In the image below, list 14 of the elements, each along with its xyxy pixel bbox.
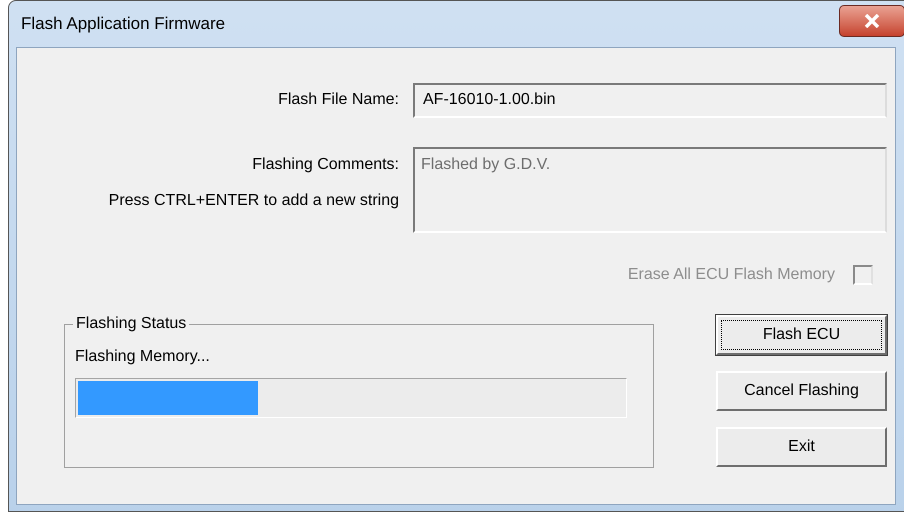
comments-field[interactable]: Flashed by G.D.V.: [413, 147, 887, 233]
close-button[interactable]: [839, 5, 904, 37]
file-name-field[interactable]: AF-16010-1.00.bin: [413, 82, 887, 118]
dialog-button[interactable]: Flash ECU: [716, 315, 887, 355]
window-title: Flash Application Firmware: [21, 13, 226, 36]
close-icon: [864, 14, 880, 28]
erase-checkbox-label: Erase All ECU Flash Memory: [628, 265, 835, 285]
dialog-button[interactable]: Cancel Flashing: [716, 371, 887, 411]
comments-hint: Press CTRL+ENTER to add a new string: [108, 191, 399, 211]
dialog-button[interactable]: Exit: [716, 427, 887, 467]
status-message: Flashing Memory...: [75, 347, 211, 367]
file-name-label: Flash File Name:: [277, 90, 399, 110]
status-group-title: Flashing Status: [73, 314, 190, 334]
comments-label: Flashing Comments:: [252, 155, 399, 175]
